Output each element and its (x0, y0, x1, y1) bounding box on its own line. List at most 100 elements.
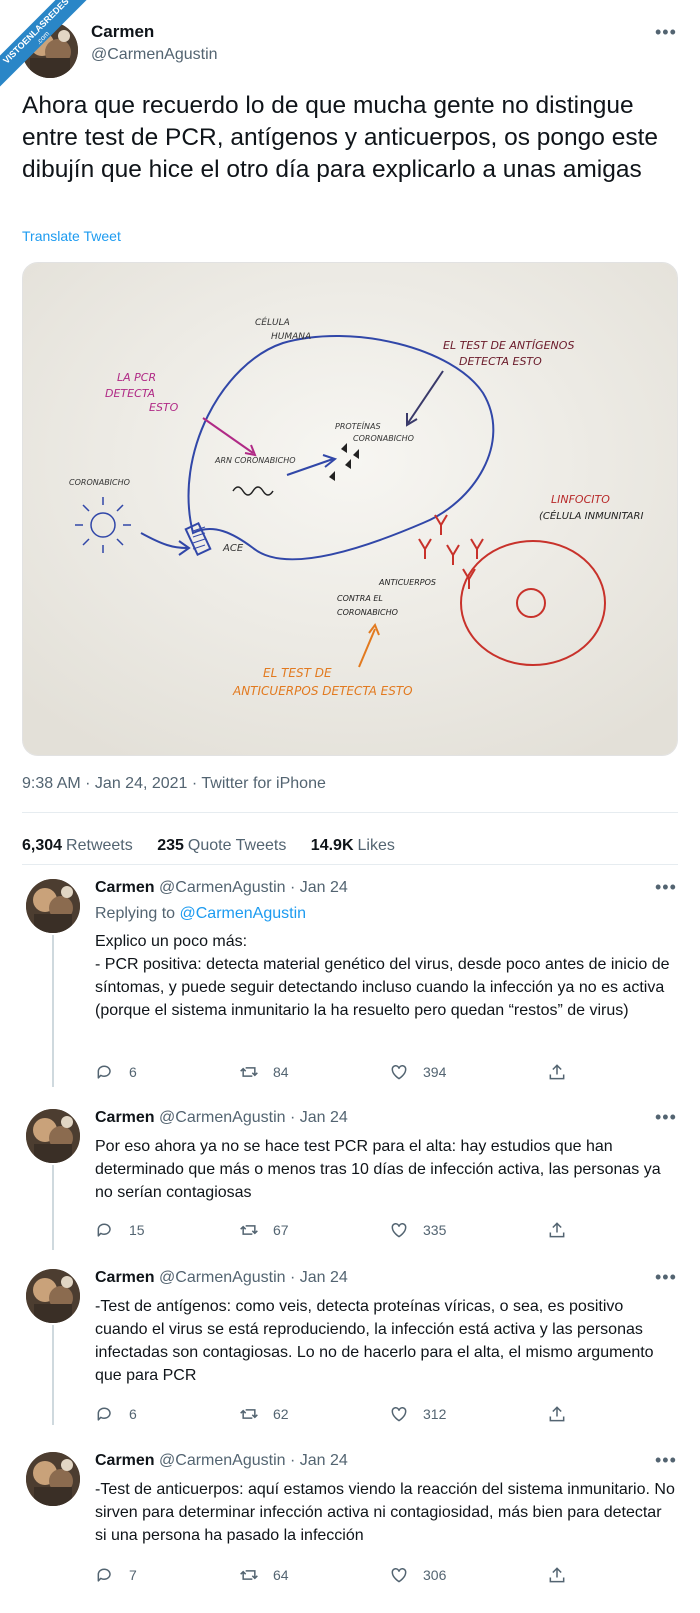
retweet-count: 67 (273, 1222, 289, 1238)
tweet-photo[interactable]: CÉLULA HUMANA LA PCR DETECTA ESTO EL TES… (22, 262, 678, 756)
avatar[interactable] (26, 1452, 80, 1506)
proteins-label-1: PROTEÍNAS (335, 420, 381, 431)
like-action[interactable]: 335 (389, 1220, 446, 1240)
like-count: 335 (423, 1222, 447, 1238)
antigen-label-2: DETECTA ESTO (459, 355, 542, 368)
reply-bubble-icon (97, 1568, 111, 1582)
virus-label: CORONABICHO (69, 478, 130, 487)
like-action[interactable]: 306 (389, 1565, 446, 1585)
reply-text: -Test de antígenos: como veis, detecta p… (95, 1298, 654, 1384)
share-upload-icon (549, 1406, 565, 1422)
reply-author[interactable]: Carmen @CarmenAgustin · Jan 24 (95, 1269, 348, 1287)
retweet-action[interactable]: 64 (239, 1565, 289, 1585)
avatar[interactable] (26, 1109, 80, 1163)
reply-handle-date: @CarmenAgustin · Jan 24 (159, 1452, 348, 1469)
divider (22, 812, 678, 813)
reply-action[interactable]: 6 (95, 1404, 137, 1424)
retweet-action[interactable]: 67 (239, 1220, 289, 1240)
share-action[interactable] (547, 1062, 581, 1082)
reply-action[interactable]: 7 (95, 1565, 137, 1585)
reply-author-name: Carmen (95, 879, 155, 896)
retweet-count: 62 (273, 1406, 289, 1422)
reply-author-name: Carmen (95, 1452, 155, 1469)
reply-tweet[interactable]: Carmen @CarmenAgustin · Jan 24 ••• Reply… (0, 875, 700, 1087)
tweet-stats: 6,304 Retweets 235 Quote Tweets 14.9K Likes (22, 837, 415, 855)
reply-action[interactable]: 6 (95, 1062, 137, 1082)
thread-line (52, 1165, 54, 1250)
reply-author[interactable]: Carmen @CarmenAgustin · Jan 24 (95, 1109, 348, 1127)
reply-handle-date: @CarmenAgustin · Jan 24 (159, 879, 348, 896)
antibodies-label-3: CORONABICHO (337, 608, 398, 617)
reply-bubble-icon (97, 1407, 111, 1421)
more-horizontal-icon[interactable]: ••• (655, 877, 677, 898)
hand-drawn-diagram: CÉLULA HUMANA LA PCR DETECTA ESTO EL TES… (23, 263, 677, 755)
share-upload-icon (549, 1222, 565, 1238)
retweets-count: 6,304 (22, 837, 63, 854)
ace-label: ACE (222, 543, 244, 554)
reply-count: 7 (129, 1567, 137, 1583)
reply-count: 15 (129, 1222, 145, 1238)
lympho-label-1: LINFOCITO (551, 493, 610, 506)
replying-to-handle[interactable]: @CarmenAgustin (180, 905, 307, 922)
antigen-label-1: EL TEST DE ANTÍGENOS (443, 339, 574, 352)
antibody-test-label-2: ANTICUERPOS DETECTA ESTO (232, 684, 413, 698)
replying-to-prefix: Replying to (95, 905, 176, 922)
reply-count: 6 (129, 1406, 137, 1422)
retweets-label: Retweets (66, 837, 133, 854)
more-horizontal-icon[interactable]: ••• (655, 22, 677, 43)
share-upload-icon (549, 1567, 565, 1583)
thread-line (52, 1325, 54, 1425)
author-name[interactable]: Carmen (91, 22, 154, 42)
arn-label: ARN CORONABICHO (214, 456, 296, 465)
more-horizontal-icon[interactable]: ••• (655, 1450, 677, 1471)
share-action[interactable] (547, 1404, 581, 1424)
like-action[interactable]: 394 (389, 1062, 446, 1082)
like-count: 306 (423, 1567, 447, 1583)
heart-icon (391, 1064, 407, 1080)
retweet-count: 84 (273, 1064, 289, 1080)
reply-author[interactable]: Carmen @CarmenAgustin · Jan 24 (95, 879, 348, 897)
reply-handle-date: @CarmenAgustin · Jan 24 (159, 1269, 348, 1286)
like-action[interactable]: 312 (389, 1404, 446, 1424)
more-horizontal-icon[interactable]: ••• (655, 1107, 677, 1128)
pcr-label-1: LA PCR (117, 371, 156, 384)
quotes-label: Quote Tweets (187, 837, 287, 854)
reply-tweet[interactable]: Carmen @CarmenAgustin · Jan 24 ••• Por e… (0, 1105, 700, 1250)
like-count: 312 (423, 1406, 447, 1422)
antibody-test-label-1: EL TEST DE (263, 666, 332, 680)
reply-tweet[interactable]: Carmen @CarmenAgustin · Jan 24 ••• -Test… (0, 1448, 700, 1598)
heart-icon (391, 1406, 407, 1422)
reply-text: Por eso ahora ya no se hace test PCR par… (95, 1138, 661, 1201)
proteins-label-2: CORONABICHO (353, 434, 414, 443)
reply-action[interactable]: 15 (95, 1220, 145, 1240)
quotes-stat[interactable]: 235 Quote Tweets (157, 837, 286, 854)
reply-author[interactable]: Carmen @CarmenAgustin · Jan 24 (95, 1452, 348, 1470)
retweet-icon (240, 1225, 258, 1235)
share-action[interactable] (547, 1220, 581, 1240)
reply-author-name: Carmen (95, 1269, 155, 1286)
reply-bubble-icon (97, 1065, 111, 1079)
likes-stat[interactable]: 14.9K Likes (311, 837, 395, 854)
retweets-stat[interactable]: 6,304 Retweets (22, 837, 133, 854)
reply-bubble-icon (97, 1223, 111, 1237)
retweet-action[interactable]: 84 (239, 1062, 289, 1082)
watermark-text: VISTOENLASREDES (1, 0, 71, 66)
translate-tweet-link[interactable]: Translate Tweet (22, 228, 121, 244)
heart-icon (391, 1567, 407, 1583)
cell-label-1: CÉLULA (255, 316, 290, 328)
cell-label-2: HUMANA (271, 332, 311, 342)
like-count: 394 (423, 1064, 447, 1080)
author-handle[interactable]: @CarmenAgustin (91, 46, 218, 64)
avatar[interactable] (26, 879, 80, 933)
share-action[interactable] (547, 1565, 581, 1585)
tweet-text: Ahora que recuerdo lo de que mucha gente… (22, 92, 659, 183)
reply-tweet[interactable]: Carmen @CarmenAgustin · Jan 24 ••• -Test… (0, 1265, 700, 1425)
likes-label: Likes (357, 837, 395, 854)
reply-author-name: Carmen (95, 1109, 155, 1126)
tweet-meta: 9:38 AM · Jan 24, 2021 · Twitter for iPh… (22, 775, 326, 792)
more-horizontal-icon[interactable]: ••• (655, 1267, 677, 1288)
retweet-action[interactable]: 62 (239, 1404, 289, 1424)
lympho-label-2: (CÉLULA INMUNITARI (539, 509, 643, 522)
retweet-icon (240, 1570, 258, 1580)
avatar[interactable] (26, 1269, 80, 1323)
